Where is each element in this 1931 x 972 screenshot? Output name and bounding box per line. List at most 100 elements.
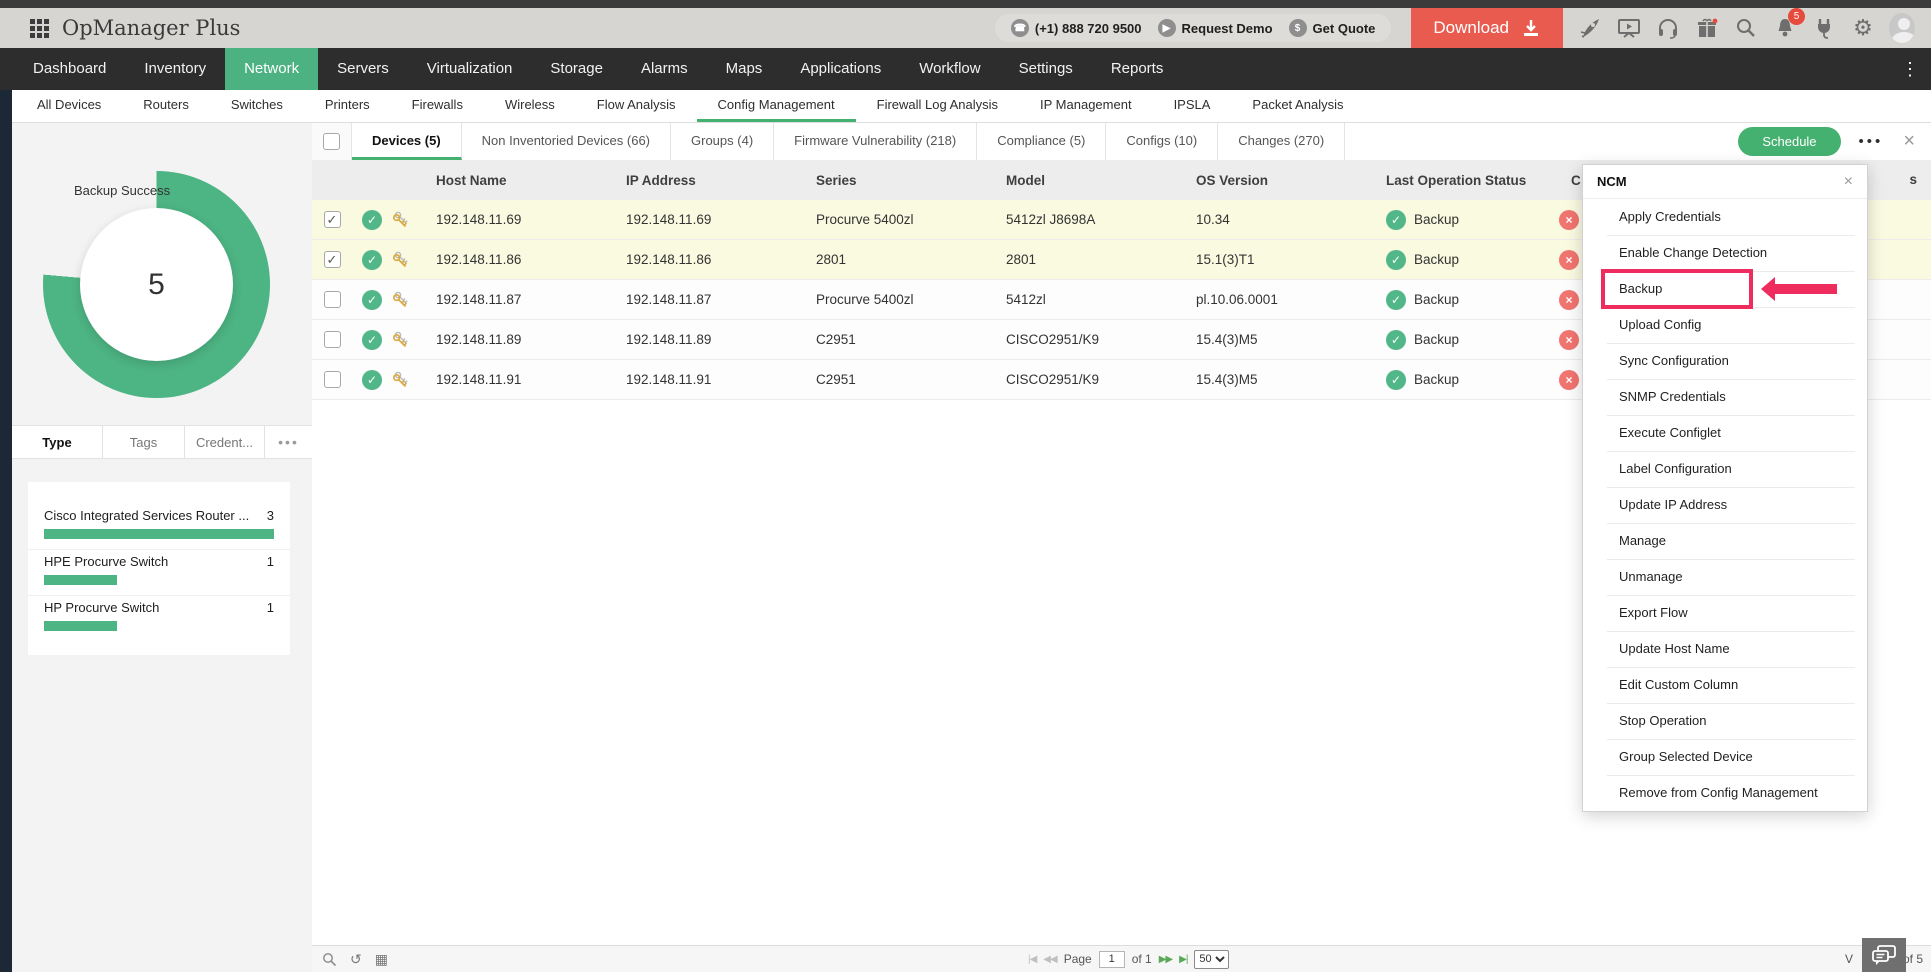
menu-item-manage[interactable]: Manage: [1583, 523, 1867, 559]
tab-non-inventoried-devices[interactable]: Non Inventoried Devices (66): [461, 123, 672, 160]
sidebar-tab-tags[interactable]: Tags: [103, 426, 185, 458]
menu-item-execute-configlet[interactable]: Execute Configlet: [1583, 415, 1867, 451]
rocket-icon[interactable]: [1577, 15, 1603, 41]
subnav-config-management[interactable]: Config Management: [696, 90, 856, 122]
settings-gear-icon[interactable]: ⚙: [1850, 15, 1876, 41]
close-icon[interactable]: ×: [1903, 130, 1915, 153]
nav-virtualization[interactable]: Virtualization: [408, 48, 532, 90]
nav-network[interactable]: Network: [225, 48, 319, 90]
menu-item-update-ip-address[interactable]: Update IP Address: [1583, 487, 1867, 523]
list-item[interactable]: HP Procurve Switch 1: [28, 596, 290, 641]
tab-changes[interactable]: Changes (270): [1218, 123, 1346, 160]
first-page-icon[interactable]: |◀: [1028, 954, 1037, 965]
nav-dashboard[interactable]: Dashboard: [14, 48, 125, 90]
nav-applications[interactable]: Applications: [781, 48, 900, 90]
menu-item-edit-custom-column[interactable]: Edit Custom Column: [1583, 667, 1867, 703]
menu-item-upload-config[interactable]: Upload Config: [1583, 307, 1867, 343]
nav-alarms[interactable]: Alarms: [622, 48, 707, 90]
tab-devices[interactable]: Devices (5): [352, 123, 462, 160]
next-page-icon[interactable]: ▶▶: [1159, 954, 1173, 965]
tab-configs[interactable]: Configs (10): [1106, 123, 1219, 160]
nav-workflow[interactable]: Workflow: [900, 48, 999, 90]
menu-item-update-host-name[interactable]: Update Host Name: [1583, 631, 1867, 667]
menu-item-stop-operation[interactable]: Stop Operation: [1583, 703, 1867, 739]
host-name[interactable]: 192.148.11.69: [432, 212, 622, 227]
host-name[interactable]: 192.148.11.87: [432, 292, 622, 307]
col-series[interactable]: Series: [812, 173, 1002, 188]
menu-item-remove-from-config-management[interactable]: Remove from Config Management: [1583, 775, 1867, 811]
subnav-firewalls[interactable]: Firewalls: [391, 90, 484, 122]
nav-inventory[interactable]: Inventory: [125, 48, 225, 90]
plugin-icon[interactable]: [1811, 15, 1837, 41]
tab-compliance[interactable]: Compliance (5): [977, 123, 1107, 160]
user-avatar[interactable]: [1889, 13, 1915, 43]
prev-page-icon[interactable]: ◀◀: [1043, 954, 1057, 965]
search-icon[interactable]: [1733, 15, 1759, 41]
app-grid-icon[interactable]: [30, 18, 49, 38]
subnav-ip-management[interactable]: IP Management: [1019, 90, 1153, 122]
sidebar-tab-credentials[interactable]: Credent...: [185, 426, 265, 458]
get-quote-link[interactable]: $ Get Quote: [1288, 19, 1375, 37]
subnav-packet-analysis[interactable]: Packet Analysis: [1231, 90, 1364, 122]
subnav-wireless[interactable]: Wireless: [484, 90, 576, 122]
row-checkbox[interactable]: [323, 291, 341, 308]
subnav-ipsla[interactable]: IPSLA: [1153, 90, 1232, 122]
grid-view-icon[interactable]: ▦: [375, 951, 388, 968]
host-name[interactable]: 192.148.11.89: [432, 332, 622, 347]
row-checkbox[interactable]: [323, 371, 341, 388]
subnav-printers[interactable]: Printers: [304, 90, 391, 122]
row-checkbox[interactable]: [323, 331, 341, 348]
sidebar-tab-more-icon[interactable]: •••: [265, 426, 312, 458]
col-last-operation-status[interactable]: Last Operation Status: [1382, 173, 1567, 188]
gift-icon[interactable]: [1694, 15, 1720, 41]
list-item[interactable]: Cisco Integrated Services Router ... 3: [28, 504, 290, 550]
host-name[interactable]: 192.148.11.91: [432, 372, 622, 387]
download-button[interactable]: Download: [1411, 8, 1563, 48]
table-search-icon[interactable]: [322, 952, 337, 967]
nav-reports[interactable]: Reports: [1092, 48, 1183, 90]
nav-servers[interactable]: Servers: [318, 48, 408, 90]
menu-item-apply-credentials[interactable]: Apply Credentials: [1583, 199, 1867, 235]
row-checkbox[interactable]: [323, 251, 341, 268]
menu-item-snmp-credentials[interactable]: SNMP Credentials: [1583, 379, 1867, 415]
col-ip-address[interactable]: IP Address: [622, 173, 812, 188]
menu-item-label-configuration[interactable]: Label Configuration: [1583, 451, 1867, 487]
menu-item-backup[interactable]: Backup: [1583, 269, 1867, 309]
menu-item-sync-configuration[interactable]: Sync Configuration: [1583, 343, 1867, 379]
notifications-bell-icon[interactable]: 5: [1772, 8, 1805, 41]
tab-groups[interactable]: Groups (4): [671, 123, 775, 160]
row-checkbox[interactable]: [323, 211, 341, 228]
menu-item-unmanage[interactable]: Unmanage: [1583, 559, 1867, 595]
subnav-routers[interactable]: Routers: [122, 90, 210, 122]
nav-storage[interactable]: Storage: [531, 48, 622, 90]
menu-item-export-flow[interactable]: Export Flow: [1583, 595, 1867, 631]
menu-item-enable-change-detection[interactable]: Enable Change Detection: [1583, 235, 1867, 271]
subnav-switches[interactable]: Switches: [210, 90, 304, 122]
headset-icon[interactable]: [1655, 15, 1681, 41]
request-demo-link[interactable]: ▶ Request Demo: [1157, 19, 1273, 37]
nav-maps[interactable]: Maps: [707, 48, 782, 90]
select-all-checkbox[interactable]: [323, 133, 340, 150]
list-item[interactable]: HPE Procurve Switch 1: [28, 550, 290, 596]
schedule-button[interactable]: Schedule: [1738, 127, 1841, 156]
menu-item-group-selected-device[interactable]: Group Selected Device: [1583, 739, 1867, 775]
feedback-chat-button[interactable]: [1862, 938, 1906, 972]
col-os-version[interactable]: OS Version: [1192, 173, 1382, 188]
col-host-name[interactable]: Host Name: [432, 173, 622, 188]
subnav-all-devices[interactable]: All Devices: [16, 90, 122, 122]
ncm-close-icon[interactable]: ×: [1844, 173, 1853, 191]
col-model[interactable]: Model: [1002, 173, 1192, 188]
last-page-icon[interactable]: ▶|: [1179, 954, 1188, 965]
subnav-flow-analysis[interactable]: Flow Analysis: [576, 90, 697, 122]
nav-kebab-icon[interactable]: ⋮: [1889, 48, 1931, 90]
presentation-icon[interactable]: [1616, 15, 1642, 41]
refresh-icon[interactable]: ↺: [350, 951, 362, 968]
subnav-firewall-log-analysis[interactable]: Firewall Log Analysis: [856, 90, 1019, 122]
nav-settings[interactable]: Settings: [1000, 48, 1092, 90]
more-options-icon[interactable]: •••: [1859, 133, 1884, 150]
host-name[interactable]: 192.148.11.86: [432, 252, 622, 267]
sidebar-tab-type[interactable]: Type: [12, 426, 103, 458]
page-number-input[interactable]: [1098, 950, 1125, 968]
page-size-select[interactable]: 50: [1194, 949, 1230, 969]
tab-firmware-vulnerability[interactable]: Firmware Vulnerability (218): [774, 123, 978, 160]
